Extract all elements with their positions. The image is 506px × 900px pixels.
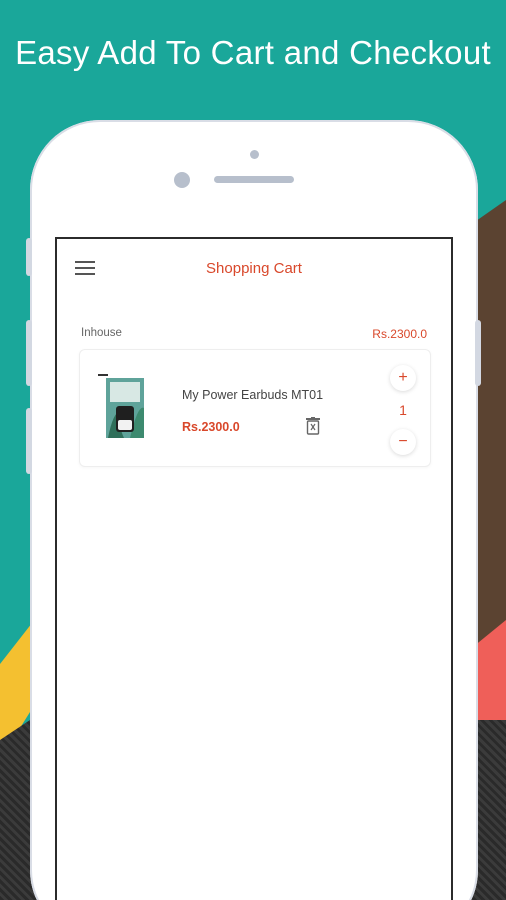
trash-icon[interactable] bbox=[306, 417, 320, 435]
item-name: My Power Earbuds MT01 bbox=[182, 388, 324, 402]
phone-camera bbox=[174, 172, 190, 188]
phone-side-button bbox=[26, 408, 32, 474]
item-price: Rs.2300.0 bbox=[182, 420, 240, 434]
seller-name: Inhouse bbox=[81, 327, 122, 339]
seller-total: Rs.2300.0 bbox=[372, 327, 427, 341]
product-image[interactable] bbox=[94, 368, 154, 448]
quantity-value: 1 bbox=[399, 402, 407, 418]
promo-headline: Easy Add To Cart and Checkout bbox=[15, 34, 491, 71]
cart-item-card: My Power Earbuds MT01 Rs.2300.0 + 1 − bbox=[79, 349, 431, 467]
page-title: Shopping Cart bbox=[206, 260, 302, 277]
quantity-decrease-button[interactable]: − bbox=[390, 429, 416, 455]
app-bar: Shopping Cart bbox=[57, 239, 451, 299]
phone-side-button bbox=[475, 320, 481, 386]
app-screen: Shopping Cart Inhouse Rs.2300.0 My Power… bbox=[55, 237, 453, 900]
phone-sensor bbox=[250, 150, 259, 159]
phone-speaker bbox=[214, 176, 294, 183]
quantity-increase-button[interactable]: + bbox=[390, 365, 416, 391]
phone-side-button bbox=[26, 238, 32, 276]
phone-side-button bbox=[26, 320, 32, 386]
